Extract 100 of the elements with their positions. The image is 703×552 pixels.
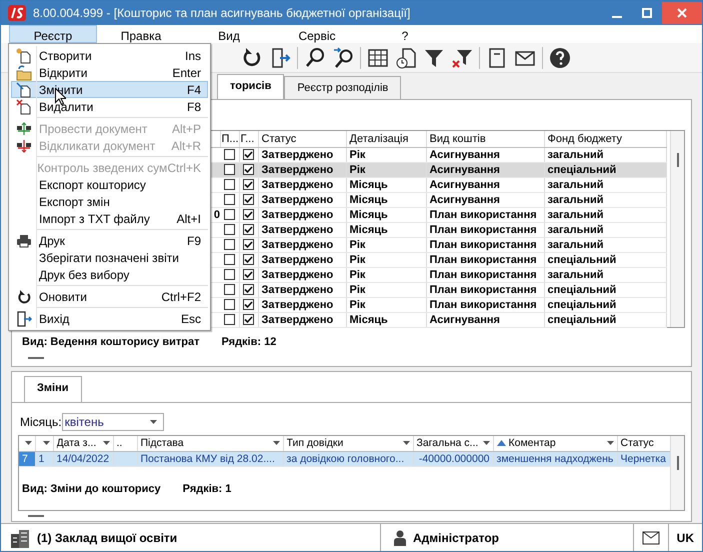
table-cell: загальний: [544, 207, 666, 222]
checkbox[interactable]: [243, 164, 254, 175]
search-icon[interactable]: [304, 46, 326, 68]
column-header[interactable]: Коментар: [508, 436, 556, 450]
column-header[interactable]: П...: [220, 131, 239, 147]
table-cell: План використання: [426, 267, 544, 282]
row-count: Рядків: 1: [182, 482, 232, 496]
document-clock-icon[interactable]: [395, 46, 417, 68]
help-icon[interactable]: [549, 46, 571, 68]
search-next-icon[interactable]: [332, 46, 354, 68]
table-cell: Затверджено: [258, 147, 346, 162]
column-header[interactable]: Фонд бюджету: [544, 131, 666, 147]
scrollbar-thumb[interactable]: [676, 153, 678, 167]
checkbox[interactable]: [224, 209, 235, 220]
dropdown-arrow-icon[interactable]: [272, 441, 280, 446]
delete-document-icon: [16, 98, 32, 114]
checkbox[interactable]: [224, 269, 235, 280]
table-cell: загальний: [544, 267, 666, 282]
checkbox[interactable]: [243, 224, 254, 235]
tab[interactable]: торисів: [217, 74, 284, 99]
checkbox[interactable]: [243, 284, 254, 295]
dropdown-arrow-icon[interactable]: [102, 441, 110, 446]
checkbox[interactable]: [224, 194, 235, 205]
menu-item[interactable]: Створити Ins: [11, 47, 208, 64]
table-cell: спеціальний: [544, 252, 666, 267]
column-header[interactable]: Г...: [239, 131, 258, 147]
menu-item[interactable]: Імпорт з TXT файлу Alt+I: [11, 210, 208, 227]
checkbox[interactable]: [224, 299, 235, 310]
organization-label: (1) Заклад вищої освіти: [37, 530, 178, 546]
column-header[interactable]: Загальна с...: [416, 436, 478, 450]
window-title: 8.00.004.999 - [Кошторис та план асигнувань бюджетної організації]: [33, 5, 412, 22]
checkbox[interactable]: [224, 164, 235, 175]
dropdown-arrow-icon[interactable]: [482, 441, 490, 446]
table-cell: спеціальний: [544, 282, 666, 297]
checkbox[interactable]: [243, 254, 254, 265]
menu-item[interactable]: Друк без вибору: [11, 266, 208, 283]
column-header[interactable]: Дата з...: [56, 436, 96, 450]
checkbox[interactable]: [243, 179, 254, 190]
column-header[interactable]: Вид коштів: [426, 131, 544, 147]
month-dropdown[interactable]: квітень: [62, 412, 164, 430]
column-header[interactable]: Деталізація: [346, 131, 426, 147]
table-cell: загальний: [544, 192, 666, 207]
menu-item[interactable]: Друк F9: [11, 232, 208, 249]
menu-item[interactable]: Видалити F8: [11, 98, 208, 115]
building-icon: [9, 528, 31, 548]
menu-item[interactable]: Відкрити Enter: [11, 64, 208, 81]
close-button[interactable]: [662, 2, 702, 24]
column-header[interactable]: Підстава: [140, 436, 184, 450]
table-cell: План використання: [426, 282, 544, 297]
table-cell: Постанова КМУ від 28.02....: [137, 452, 283, 466]
dropdown-arrow-icon[interactable]: [402, 441, 410, 446]
checkbox[interactable]: [224, 314, 235, 325]
dropdown-arrow-icon[interactable]: [24, 441, 32, 446]
table-cell: Асигнування: [426, 147, 544, 162]
menu-item[interactable]: Зберігати позначені звіти: [11, 249, 208, 266]
menu-item[interactable]: Правка: [97, 25, 185, 43]
menu-item[interactable]: Реєстр: [9, 25, 97, 43]
table-cell: 0: [214, 208, 220, 220]
menu-item[interactable]: ?: [361, 25, 449, 43]
table-cell: спеціальний: [544, 312, 666, 327]
scrollbar-thumb[interactable]: [676, 456, 678, 470]
checkbox[interactable]: [243, 194, 254, 205]
column-header[interactable]: Статус: [620, 436, 654, 450]
checkbox[interactable]: [224, 254, 235, 265]
checkbox[interactable]: [243, 269, 254, 280]
checkbox[interactable]: [224, 179, 235, 190]
menu-item[interactable]: Експорт змін: [11, 193, 208, 210]
tab[interactable]: Реєстр розподілів: [284, 76, 402, 99]
menu-item[interactable]: Сервіс: [273, 25, 361, 43]
table-icon[interactable]: [367, 46, 389, 68]
refresh-icon: [16, 288, 32, 304]
table-cell: Рік: [346, 282, 426, 297]
table-cell: -40000.000000: [413, 452, 493, 466]
checkbox[interactable]: [243, 149, 254, 160]
table-cell: Рік: [346, 297, 426, 312]
tab[interactable]: Зміни: [24, 376, 82, 402]
table-cell: Місяць: [346, 192, 426, 207]
checkbox[interactable]: [224, 224, 235, 235]
column-header[interactable]: ..: [116, 436, 122, 450]
column-header[interactable]: Тип довідки: [286, 436, 344, 450]
checkbox[interactable]: [243, 314, 254, 325]
checkbox[interactable]: [243, 209, 254, 220]
splitter-handle[interactable]: [28, 356, 44, 358]
language-indicator[interactable]: UK: [668, 524, 702, 551]
checkbox[interactable]: [243, 299, 254, 310]
refresh-icon[interactable]: [241, 46, 263, 68]
dropdown-arrow-icon[interactable]: [42, 441, 50, 446]
checkbox[interactable]: [243, 239, 254, 250]
menu-item[interactable]: Вихід Esc: [11, 310, 208, 327]
menu-item[interactable]: Вид: [185, 25, 273, 43]
splitter-handle[interactable]: [28, 515, 44, 517]
menu-item[interactable]: Оновити Ctrl+F2: [11, 288, 208, 305]
table-cell: загальний: [544, 177, 666, 192]
menu-item[interactable]: Експорт кошторису: [11, 176, 208, 193]
checkbox[interactable]: [224, 239, 235, 250]
dropdown-arrow-icon[interactable]: [606, 441, 614, 446]
checkbox[interactable]: [224, 149, 235, 160]
table-cell: Місяць: [346, 207, 426, 222]
column-header[interactable]: Статус: [258, 131, 346, 147]
checkbox[interactable]: [224, 284, 235, 295]
